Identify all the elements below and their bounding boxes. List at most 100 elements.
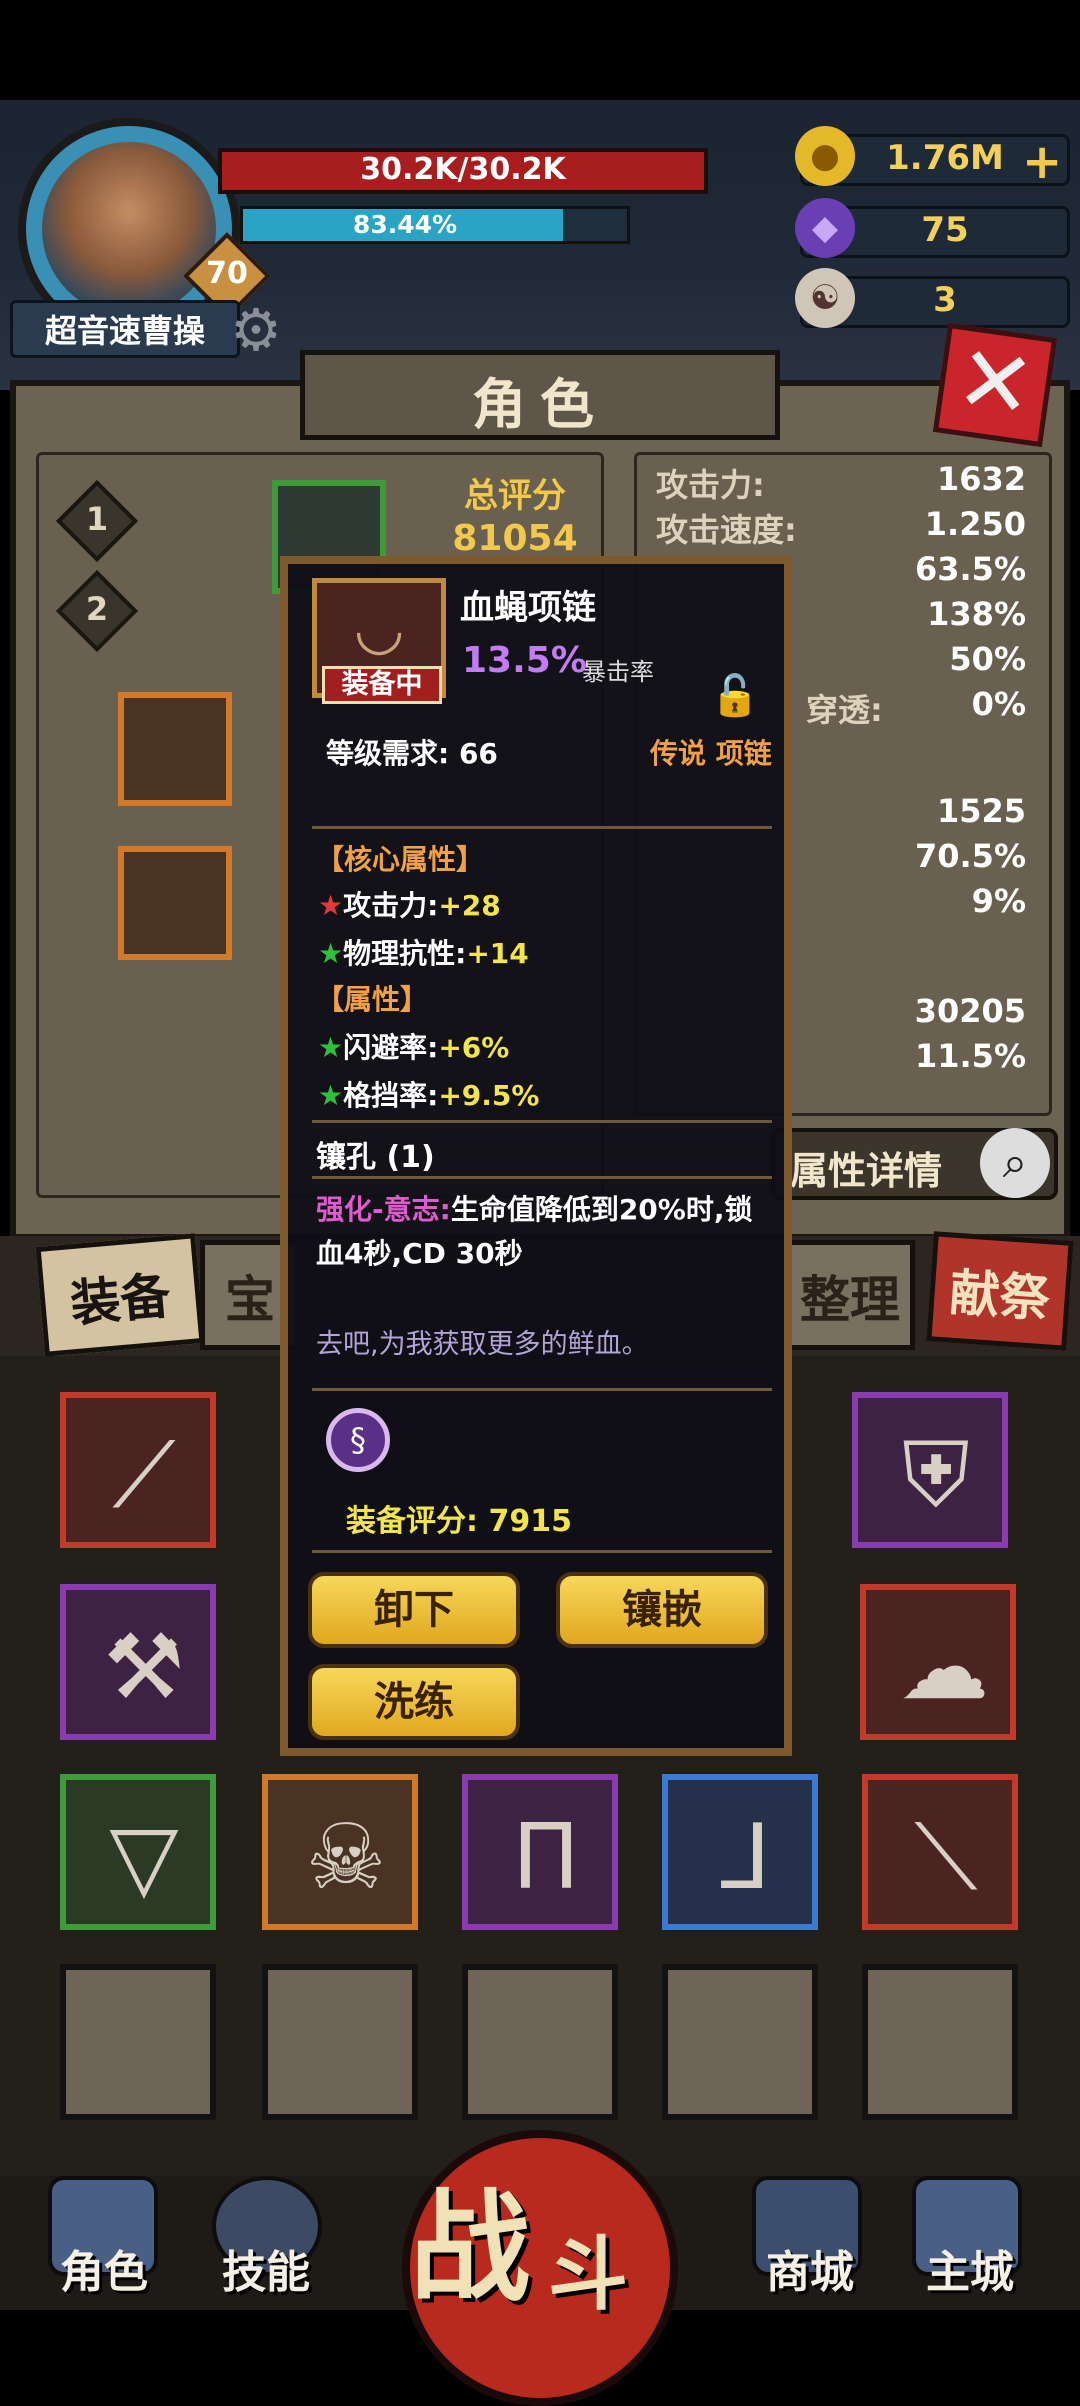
- amulet-icon: ▽: [109, 1805, 179, 1910]
- gem-amount: 75: [921, 210, 969, 250]
- attribute-value: +9.5%: [438, 1079, 540, 1112]
- stat-value: 63.5%: [914, 550, 1026, 588]
- nav-skills-label[interactable]: 技能: [222, 2236, 310, 2300]
- axe-item[interactable]: ⚒: [60, 1584, 216, 1740]
- magnifier-icon[interactable]: ⌕: [980, 1128, 1050, 1198]
- level-requirement: 等级需求: 66: [326, 737, 498, 770]
- stat-value: 1.250: [924, 505, 1026, 543]
- axe-icon: ⚒: [103, 1615, 185, 1720]
- nav-city-label[interactable]: 主城: [926, 2236, 1014, 2300]
- attribute-row: ★闪避率:+6%: [318, 1026, 509, 1066]
- tab-organize[interactable]: 整理: [785, 1240, 915, 1350]
- empty-slot[interactable]: [262, 1964, 418, 2120]
- attribute-name: 格挡率:: [343, 1079, 439, 1112]
- stat-row: 攻击力: 1632: [656, 460, 1036, 504]
- stat-name: 攻击力:: [656, 466, 765, 504]
- item-main-value: 13.5%: [462, 640, 587, 681]
- skill-effect: 强化-意志:生命值降低到20%时,锁血4秒,CD 30秒: [316, 1188, 776, 1276]
- purple-gem-icon[interactable]: §: [326, 1408, 390, 1472]
- stat-value: 1632: [936, 460, 1026, 498]
- skull-pants-icon: ☠: [305, 1805, 387, 1910]
- attribute-value: +14: [466, 937, 529, 970]
- attribute-name: 闪避率:: [343, 1031, 439, 1064]
- core-attribute-row: ★物理抗性:+14: [318, 932, 529, 972]
- crystal-gem-icon: ◆: [795, 198, 855, 258]
- equipped-badge: 装备中: [322, 666, 442, 704]
- total-score-label: 总评分: [464, 476, 566, 516]
- cloud-item[interactable]: ☁: [860, 1584, 1016, 1740]
- staff-item[interactable]: ⟍: [862, 1774, 1018, 1930]
- gold-amount: 1.76M: [886, 138, 1004, 178]
- tab-sacrifice[interactable]: 献祭: [926, 1231, 1074, 1351]
- core-attributes-header: 【核心属性】: [316, 843, 485, 876]
- xp-percent: 83.44%: [352, 210, 458, 239]
- empty-slot[interactable]: [862, 1964, 1018, 2120]
- settings-gear-icon[interactable]: ⚙: [230, 300, 290, 360]
- core-attribute-row: ★攻击力:+28: [318, 884, 501, 924]
- spear-item[interactable]: ⟋: [60, 1392, 216, 1548]
- stat-value: 1525: [936, 792, 1026, 830]
- attribute-value: +28: [438, 889, 501, 922]
- green-star-icon: ★: [318, 1031, 344, 1064]
- unequip-button[interactable]: 卸下: [308, 1572, 520, 1648]
- hero-avatar[interactable]: [42, 142, 216, 316]
- boots-icon: ⅃: [720, 1805, 772, 1910]
- item-name: 血蝇项链: [460, 588, 596, 628]
- flavor-text: 去吧,为我获取更多的鲜血。: [316, 1329, 649, 1360]
- preset-1-label: 1: [85, 500, 109, 538]
- empty-slot[interactable]: [662, 1964, 818, 2120]
- socket-button[interactable]: 镶嵌: [556, 1572, 768, 1648]
- panel-title: 角色: [472, 373, 608, 436]
- stat-row: 攻击速度: 1.250: [656, 505, 1036, 549]
- tab-equipment[interactable]: 装备: [35, 1233, 205, 1357]
- amulet-item[interactable]: ▽: [60, 1774, 216, 1930]
- add-gold-plus-icon[interactable]: +: [1022, 134, 1062, 190]
- divider: [312, 1120, 772, 1123]
- divider: [312, 1550, 772, 1553]
- stat-value: 70.5%: [914, 837, 1026, 875]
- hp-value: 30.2K/30.2K: [360, 152, 566, 187]
- close-icon[interactable]: ✕: [932, 322, 1058, 448]
- battle-label-1: 战: [410, 2179, 530, 2318]
- boots-item[interactable]: ⅃: [662, 1774, 818, 1930]
- reroll-button[interactable]: 洗练: [308, 1664, 520, 1740]
- attribute-row: ★格挡率:+9.5%: [318, 1074, 539, 1114]
- green-star-icon: ★: [318, 1079, 344, 1112]
- nav-shop-label[interactable]: 商城: [766, 2236, 854, 2300]
- battle-label-2: 斗: [548, 2228, 628, 2321]
- stat-value: 9%: [971, 882, 1026, 920]
- level-value: 70: [206, 256, 248, 291]
- divider: [312, 1176, 772, 1179]
- stat-value: 30205: [914, 992, 1026, 1030]
- empty-slot[interactable]: [60, 1964, 216, 2120]
- leggings-item[interactable]: Π: [462, 1774, 618, 1930]
- leggings-icon: Π: [512, 1805, 580, 1910]
- unlock-icon[interactable]: 🔓: [710, 672, 760, 719]
- gold-coin-icon: ●: [795, 126, 855, 186]
- necklace-icon: ◡: [353, 594, 405, 662]
- item-main-label: 暴击率: [582, 658, 654, 686]
- spear-icon: ⟋: [112, 1423, 176, 1528]
- item-rarity-type: 传说 项链: [650, 737, 772, 770]
- stat-value: 138%: [927, 595, 1026, 633]
- red-star-icon: ★: [318, 889, 344, 922]
- cloud-icon: ☁: [899, 1615, 989, 1720]
- attribute-details-label: 属性详情: [790, 1149, 943, 1193]
- skill-name: 强化-意志:: [316, 1193, 451, 1226]
- attribute-name: 攻击力:: [343, 889, 439, 922]
- stat-value: 50%: [949, 640, 1026, 678]
- total-score-value: 81054: [452, 518, 578, 559]
- preset-2-label: 2: [85, 590, 109, 628]
- horn-amount: 3: [933, 280, 957, 320]
- nav-hero-label[interactable]: 角色: [60, 2236, 148, 2300]
- stat-value: 0%: [971, 685, 1026, 723]
- armor-item[interactable]: ⛨: [852, 1392, 1008, 1548]
- stat-name: 穿透:: [806, 691, 883, 729]
- attributes-header: 【属性】: [316, 983, 429, 1016]
- empty-slot[interactable]: [462, 1964, 618, 2120]
- attribute-name: 物理抗性:: [343, 937, 467, 970]
- ring-slot[interactable]: [118, 692, 232, 806]
- divider: [312, 1388, 772, 1391]
- pants-item[interactable]: ☠: [262, 1774, 418, 1930]
- torch-slot[interactable]: [118, 846, 232, 960]
